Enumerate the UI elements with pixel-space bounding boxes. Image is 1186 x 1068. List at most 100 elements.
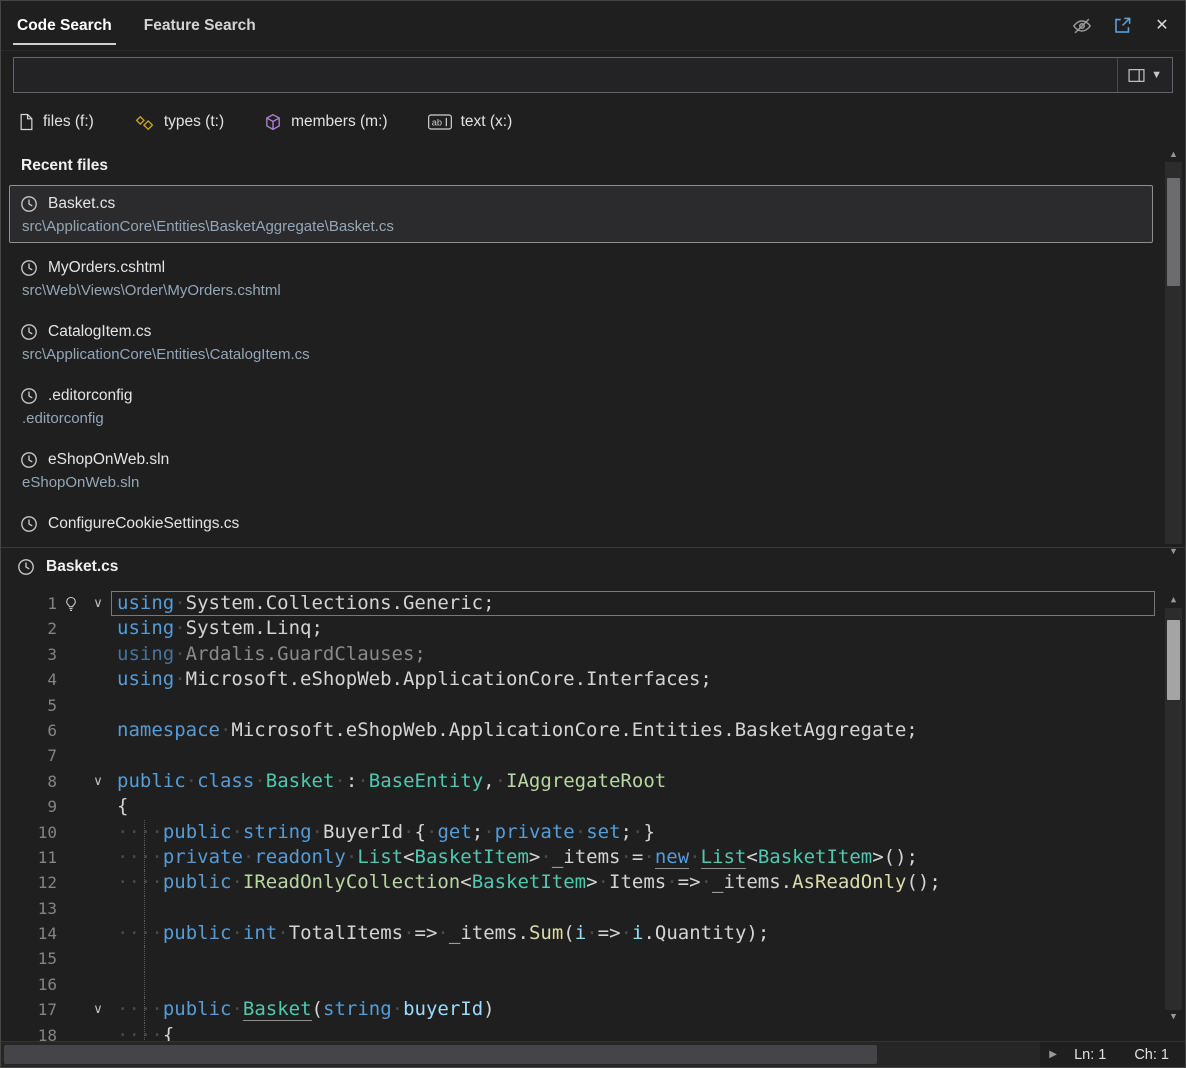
recent-files-heading: Recent files xyxy=(1,143,1185,183)
editor-scrollbar[interactable]: ▲ ▼ xyxy=(1165,593,1182,1025)
fold-margin xyxy=(85,972,111,997)
line-number: 1 xyxy=(1,591,57,616)
tab-feature-search[interactable]: Feature Search xyxy=(140,1,260,50)
editor-scrollbar-thumb[interactable] xyxy=(1167,620,1180,700)
code-line: 4 using·Microsoft.eShopWeb.ApplicationCor… xyxy=(1,667,1155,692)
code-text: ····public·int·TotalItems·=>·_items.Sum(… xyxy=(111,921,1155,946)
preview-file-title: Basket.cs xyxy=(46,558,118,576)
line-number: 4 xyxy=(1,667,57,692)
code-preview-editor[interactable]: 1∨using·System.Collections.Generic;2usin… xyxy=(1,585,1185,1041)
code-text: public·class·Basket·:·BaseEntity,·IAggre… xyxy=(111,769,1155,794)
line-number: 15 xyxy=(1,946,57,971)
open-in-new-window-icon[interactable] xyxy=(1111,15,1133,37)
text-ab-icon: ab xyxy=(428,114,452,130)
caret-position: Ln: 1 Ch: 1 xyxy=(1066,1047,1185,1063)
scroll-up-icon[interactable]: ▲ xyxy=(1165,147,1182,162)
svg-text:ab: ab xyxy=(431,117,441,127)
fold-margin xyxy=(85,616,111,641)
code-line: 9{ xyxy=(1,794,1155,819)
fold-chevron-icon[interactable]: ∨ xyxy=(85,769,111,794)
editor-scroll-up-icon[interactable]: ▲ xyxy=(1165,593,1182,608)
code-text: ····public·Basket(string·buyerId) xyxy=(111,997,1155,1022)
glyph-margin xyxy=(57,794,85,819)
clock-icon xyxy=(20,323,38,341)
tab-code-search[interactable]: Code Search xyxy=(13,1,116,50)
recent-file-item[interactable]: CatalogItem.cssrc\ApplicationCore\Entiti… xyxy=(9,313,1153,371)
status-bar: ▶ Ln: 1 Ch: 1 xyxy=(1,1041,1185,1067)
search-options-dropdown[interactable]: ▼ xyxy=(1117,58,1172,92)
code-line: 8∨public·class·Basket·:·BaseEntity,·IAgg… xyxy=(1,769,1155,794)
chevron-down-icon: ▼ xyxy=(1151,69,1162,81)
code-line: 3using·Ardalis.GuardClauses; xyxy=(1,642,1155,667)
recent-file-item[interactable]: Basket.cssrc\ApplicationCore\Entities\Ba… xyxy=(9,185,1153,243)
filter-types-label: types (t:) xyxy=(164,113,224,131)
filter-text-label: text (x:) xyxy=(461,113,513,131)
scroll-right-icon[interactable]: ▶ xyxy=(1040,1049,1066,1060)
file-icon xyxy=(19,113,34,131)
line-number: 18 xyxy=(1,1023,57,1041)
close-icon[interactable]: ✕ xyxy=(1151,15,1173,37)
filter-types[interactable]: types (t:) xyxy=(134,113,224,131)
line-number: 9 xyxy=(1,794,57,819)
fold-margin xyxy=(85,921,111,946)
recent-list-scrollbar[interactable]: ▲ ▼ xyxy=(1165,147,1182,559)
code-line: 12····public·IReadOnlyCollection<BasketI… xyxy=(1,870,1155,895)
code-text: ····public·string·BuyerId·{·get;·private… xyxy=(111,820,1155,845)
editor-scrollbar-track[interactable] xyxy=(1165,608,1182,1010)
code-text: ····private·readonly·List<BasketItem>·_i… xyxy=(111,845,1155,870)
fold-margin xyxy=(85,896,111,921)
filter-files[interactable]: files (f:) xyxy=(19,113,94,131)
recent-file-item[interactable]: MyOrders.cshtmlsrc\Web\Views\Order\MyOrd… xyxy=(9,249,1153,307)
recent-file-path: .editorconfig xyxy=(20,410,1142,427)
line-indicator: Ln: 1 xyxy=(1074,1047,1106,1063)
glyph-margin xyxy=(57,946,85,971)
search-input[interactable] xyxy=(14,58,1117,92)
fold-margin xyxy=(85,946,111,971)
fold-margin xyxy=(85,1023,111,1041)
line-number: 16 xyxy=(1,972,57,997)
line-number: 3 xyxy=(1,642,57,667)
filter-members-label: members (m:) xyxy=(291,113,387,131)
glyph-margin xyxy=(57,769,85,794)
visibility-off-icon[interactable] xyxy=(1071,15,1093,37)
fold-chevron-icon[interactable]: ∨ xyxy=(85,591,111,616)
filter-row: files (f:) types (t:) members (m:) ab te… xyxy=(1,101,1185,143)
filter-members[interactable]: members (m:) xyxy=(264,113,387,131)
code-line: 11 ····private·readonly·List<BasketItem>·… xyxy=(1,845,1155,870)
code-line: 1∨using·System.Collections.Generic; xyxy=(1,591,1155,616)
glyph-margin xyxy=(57,718,85,743)
lightbulb-icon[interactable] xyxy=(57,591,85,616)
scrollbar-track[interactable] xyxy=(1165,162,1182,544)
scrollbar-thumb[interactable] xyxy=(1167,178,1180,286)
code-text: using·Microsoft.eShopWeb.ApplicationCore… xyxy=(111,667,1155,692)
code-line: 17∨····public·Basket(string·buyerId) xyxy=(1,997,1155,1022)
recent-files-list: Basket.cssrc\ApplicationCore\Entities\Ba… xyxy=(1,183,1185,547)
code-text: namespace·Microsoft.eShopWeb.Application… xyxy=(111,718,1155,743)
glyph-margin xyxy=(57,642,85,667)
preview-header: Basket.cs xyxy=(1,547,1185,585)
glyph-margin xyxy=(57,896,85,921)
line-number: 2 xyxy=(1,616,57,641)
recent-file-item[interactable]: eShopOnWeb.slneShopOnWeb.sln xyxy=(9,441,1153,499)
fold-chevron-icon[interactable]: ∨ xyxy=(85,997,111,1022)
code-text xyxy=(111,896,1155,921)
line-number: 5 xyxy=(1,693,57,718)
editor-scroll-down-icon[interactable]: ▼ xyxy=(1165,1010,1182,1025)
horizontal-scrollbar[interactable] xyxy=(1,1042,1040,1067)
fold-margin xyxy=(85,794,111,819)
line-number: 14 xyxy=(1,921,57,946)
code-text: { xyxy=(111,794,1155,819)
fold-margin xyxy=(85,845,111,870)
filter-text[interactable]: ab text (x:) xyxy=(428,113,513,131)
clock-icon xyxy=(20,259,38,277)
fold-margin xyxy=(85,743,111,768)
recent-file-item[interactable]: ConfigureCookieSettings.cs xyxy=(9,505,1153,545)
code-text xyxy=(111,972,1155,997)
recent-file-item[interactable]: .editorconfig.editorconfig xyxy=(9,377,1153,435)
column-indicator: Ch: 1 xyxy=(1134,1047,1169,1063)
glyph-margin xyxy=(57,997,85,1022)
clock-icon xyxy=(20,515,38,533)
horizontal-scrollbar-thumb[interactable] xyxy=(4,1045,877,1064)
line-number: 11 xyxy=(1,845,57,870)
scroll-down-icon[interactable]: ▼ xyxy=(1165,544,1182,559)
